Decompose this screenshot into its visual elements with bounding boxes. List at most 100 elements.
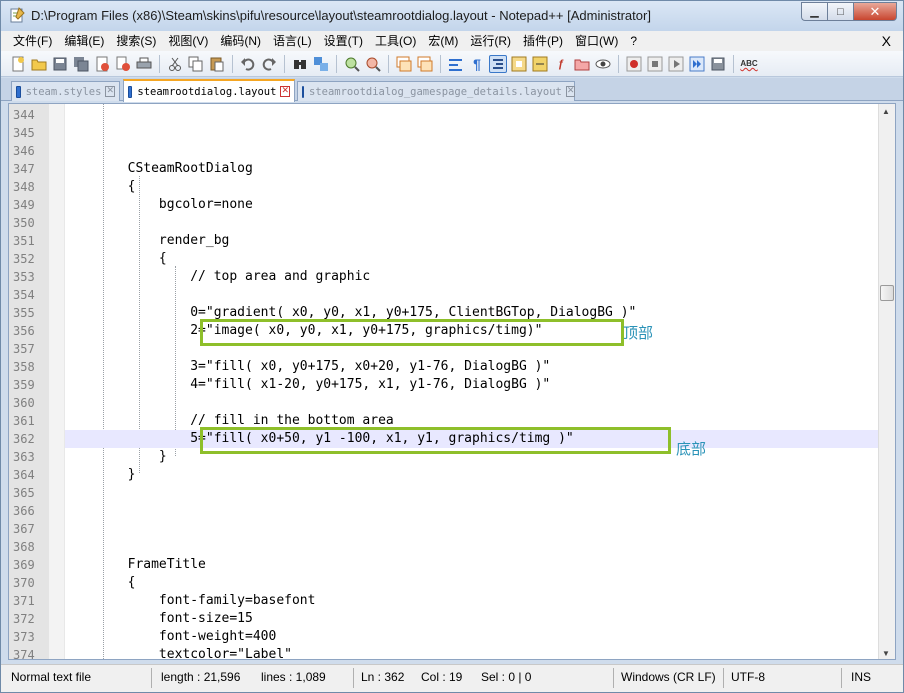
status-eol: Windows (CR LF) xyxy=(621,670,716,684)
code-line[interactable]: font-family=basefont xyxy=(65,592,879,610)
code-line[interactable]: bgcolor=none xyxy=(65,196,879,214)
run-macro-multiple-icon[interactable] xyxy=(688,55,706,73)
menu-window[interactable]: 窗口(W) xyxy=(569,31,624,51)
record-macro-icon[interactable] xyxy=(625,55,643,73)
line-number: 356 xyxy=(13,324,35,338)
tab-steamrootdialog-layout[interactable]: steamrootdialog.layout ✕ xyxy=(123,79,295,102)
menu-view[interactable]: 视图(V) xyxy=(162,31,214,51)
minimize-button[interactable]: ▁ xyxy=(801,2,827,21)
close-all-icon[interactable] xyxy=(114,55,132,73)
code-line[interactable]: { xyxy=(65,574,879,592)
menu-settings[interactable]: 设置(T) xyxy=(318,31,369,51)
zoom-in-icon[interactable] xyxy=(343,55,361,73)
code-line[interactable]: { xyxy=(65,178,879,196)
code-line[interactable] xyxy=(65,538,879,556)
code-line[interactable] xyxy=(65,214,879,232)
scroll-up-icon[interactable]: ▲ xyxy=(882,107,890,116)
show-all-chars-icon[interactable]: ¶ xyxy=(468,55,486,73)
code-line[interactable]: 4="fill( x1-20, y0+175, x1, y1-76, Dialo… xyxy=(65,376,879,394)
find-icon[interactable] xyxy=(291,55,309,73)
code-line[interactable]: { xyxy=(65,250,879,268)
close-tab-icon[interactable]: ✕ xyxy=(105,86,115,97)
vertical-scrollbar[interactable]: ▲ ▼ xyxy=(878,104,895,659)
highlight-box-top xyxy=(200,319,624,346)
print-icon[interactable] xyxy=(135,55,153,73)
menu-search[interactable]: 搜索(S) xyxy=(110,31,162,51)
save-macro-icon[interactable] xyxy=(709,55,727,73)
menu-language[interactable]: 语言(L) xyxy=(267,31,318,51)
code-line[interactable]: } xyxy=(65,466,879,484)
open-file-icon[interactable] xyxy=(30,55,48,73)
sync-vertical-icon[interactable] xyxy=(395,55,413,73)
monitor-icon[interactable] xyxy=(594,55,612,73)
line-number: 348 xyxy=(13,180,35,194)
maximize-button[interactable]: □ xyxy=(827,2,853,21)
sync-horizontal-icon[interactable] xyxy=(416,55,434,73)
code-line[interactable]: // top area and graphic xyxy=(65,268,879,286)
stop-macro-icon[interactable] xyxy=(646,55,664,73)
code-line[interactable] xyxy=(65,142,879,160)
play-macro-icon[interactable] xyxy=(667,55,685,73)
fold-margin[interactable] xyxy=(49,104,65,659)
code-line[interactable] xyxy=(65,520,879,538)
zoom-out-icon[interactable] xyxy=(364,55,382,73)
menu-tools[interactable]: 工具(O) xyxy=(369,31,422,51)
code-editor[interactable]: 344 345 346 347 348 349 350 351 352 353 354 355 356 3… xyxy=(8,103,896,660)
word-wrap-icon[interactable] xyxy=(447,55,465,73)
code-line[interactable] xyxy=(65,286,879,304)
tab-steam-styles[interactable]: steam.styles ✕ xyxy=(11,81,120,101)
tab-gamespage-details-layout[interactable]: steamrootdialog_gamespage_details.layout… xyxy=(297,81,576,101)
cut-icon[interactable] xyxy=(166,55,184,73)
title-bar[interactable]: D:\Program Files (x86)\Steam\skins\pifu\… xyxy=(1,1,903,31)
indent-guide-icon[interactable] xyxy=(489,54,507,73)
save-all-icon[interactable] xyxy=(72,55,90,73)
window-controls: ▁ □ ✕ xyxy=(801,2,897,22)
copy-icon[interactable] xyxy=(187,55,205,73)
menu-help[interactable]: ? xyxy=(624,31,643,51)
save-icon[interactable] xyxy=(51,55,69,73)
code-line[interactable]: render_bg xyxy=(65,232,879,250)
toolbar-separator xyxy=(336,54,337,73)
code-line[interactable] xyxy=(65,502,879,520)
code-text-area[interactable]: CSteamRootDialog { bgcolor=none render_b… xyxy=(65,104,879,659)
line-number: 368 xyxy=(13,540,35,554)
scroll-down-icon[interactable]: ▼ xyxy=(882,649,890,658)
menu-edit[interactable]: 编辑(E) xyxy=(58,31,110,51)
close-window-button[interactable]: ✕ xyxy=(853,2,897,21)
menu-run[interactable]: 运行(R) xyxy=(464,31,517,51)
code-line[interactable]: font-weight=400 xyxy=(65,628,879,646)
scrollbar-thumb[interactable] xyxy=(880,285,894,301)
replace-icon[interactable] xyxy=(312,55,330,73)
code-line[interactable] xyxy=(65,124,879,142)
menu-macro[interactable]: 宏(M) xyxy=(422,31,464,51)
code-line[interactable]: font-size=15 xyxy=(65,610,879,628)
line-number: 354 xyxy=(13,288,35,302)
line-number: 374 xyxy=(13,648,35,660)
close-tab-icon[interactable]: ✕ xyxy=(565,86,576,97)
folder-workspace-icon[interactable]: ƒ xyxy=(552,55,570,73)
doc-map-icon[interactable] xyxy=(510,55,528,73)
new-file-icon[interactable] xyxy=(9,55,27,73)
doc-switcher-icon[interactable] xyxy=(573,55,591,73)
redo-icon[interactable] xyxy=(260,55,278,73)
code-line[interactable] xyxy=(65,106,879,124)
close-tab-icon[interactable]: ✕ xyxy=(280,86,290,97)
menu-file[interactable]: 文件(F) xyxy=(7,31,58,51)
code-line[interactable] xyxy=(65,484,879,502)
saved-file-icon xyxy=(16,85,21,98)
function-list-icon[interactable] xyxy=(531,55,549,73)
toolbar-separator xyxy=(159,54,160,73)
paste-icon[interactable] xyxy=(208,55,226,73)
code-line[interactable]: textcolor="Label" xyxy=(65,646,879,659)
menu-encoding[interactable]: 编码(N) xyxy=(214,31,267,51)
undo-icon[interactable] xyxy=(239,55,257,73)
menu-plugins[interactable]: 插件(P) xyxy=(517,31,569,51)
close-document-button[interactable]: X xyxy=(882,31,891,51)
code-line[interactable] xyxy=(65,394,879,412)
code-line[interactable]: CSteamRootDialog xyxy=(65,160,879,178)
spell-check-icon[interactable]: ABC xyxy=(740,55,758,73)
line-number: 371 xyxy=(13,594,35,608)
close-icon[interactable] xyxy=(93,55,111,73)
code-line[interactable]: 3="fill( x0, y0+175, x0+20, y1-76, Dialo… xyxy=(65,358,879,376)
code-line[interactable]: FrameTitle xyxy=(65,556,879,574)
